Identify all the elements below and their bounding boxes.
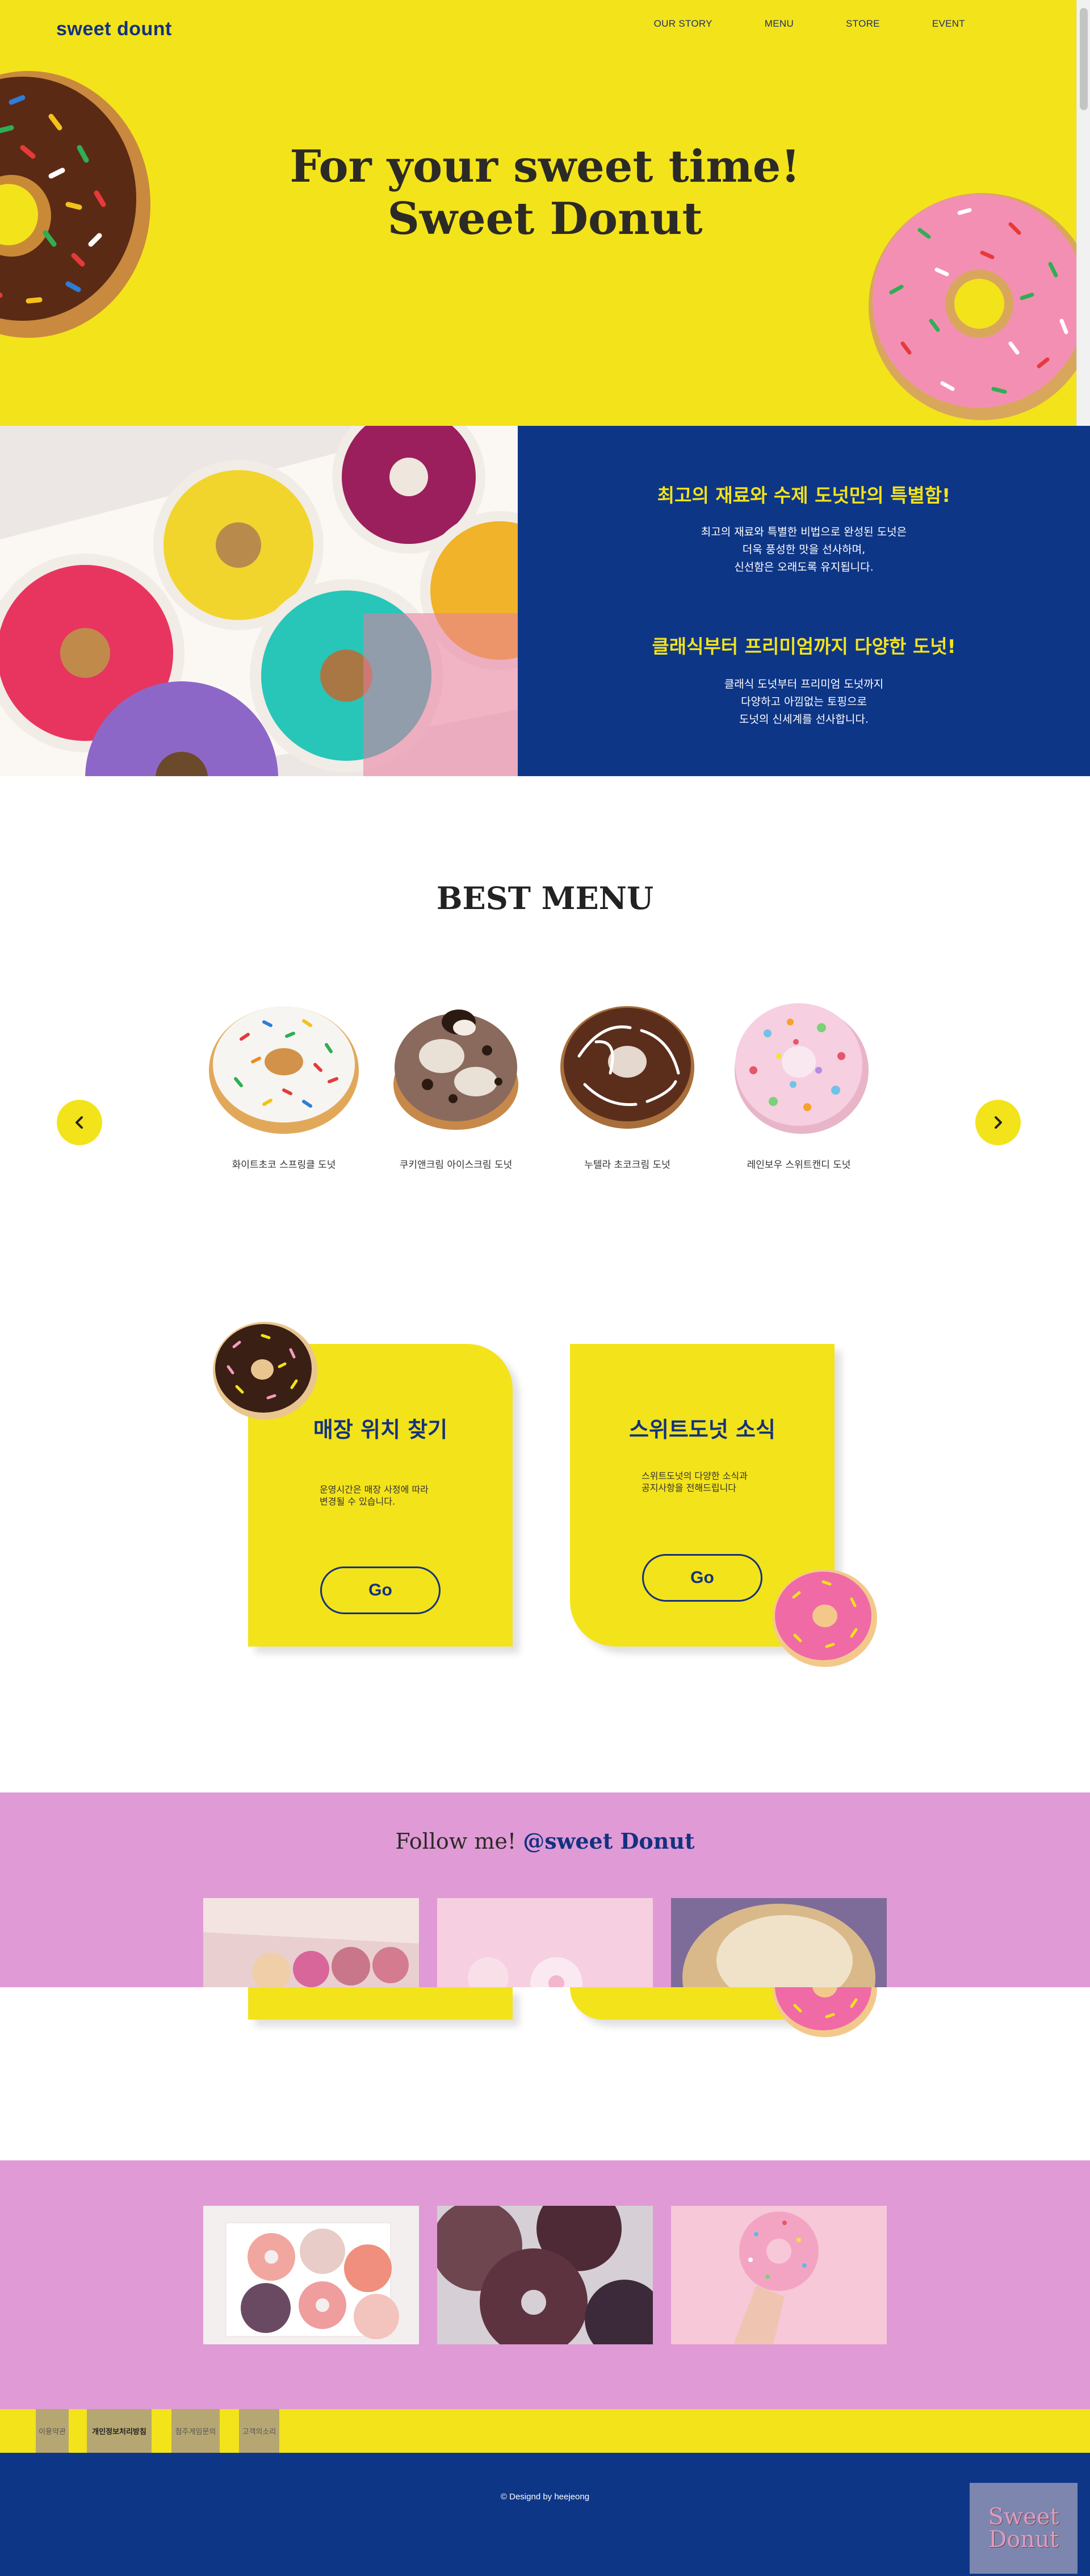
follow-title: Follow me! @sweet Donut <box>0 1828 1090 1854</box>
pink-donut-icon <box>773 1569 877 1667</box>
pink-donut-illustration <box>869 193 1090 420</box>
nav-store[interactable]: STORE <box>846 18 880 30</box>
donut-box-photo <box>0 426 518 776</box>
hero-title-line1: For your sweet time! <box>290 141 800 192</box>
hero-section: sweet dount OUR STORY MENU STORE EVENT F… <box>0 0 1090 426</box>
nav-menu[interactable]: MENU <box>765 18 794 30</box>
store-go-button[interactable]: Go <box>320 1566 441 1614</box>
intro-heading-ingredients: 최고의 재료와 수제 도넛만의 특별함! <box>657 484 951 506</box>
store-card-description: 운영시간은 매장 사정에 따라 변경될 수 있습니다. <box>320 1484 429 1507</box>
intro-text-variety: 클래식 도넛부터 프리미엄 도넛까지 다양하고 아낌없는 토핑으로 도넛의 신세… <box>724 678 884 726</box>
menu-item-white-sprinkle[interactable]: 화이트초코 스프링클 도넛 <box>207 988 360 1171</box>
nutella-donut-image <box>551 988 704 1141</box>
news-go-button[interactable]: Go <box>642 1554 762 1602</box>
menu-item-name: 누텔라 초코크림 도넛 <box>584 1159 670 1171</box>
cookies-cream-donut-image <box>379 988 533 1141</box>
intro-heading-variety: 클래식부터 프리미엄까지 다양한 도넛! <box>652 635 956 657</box>
instagram-photo-donut-assortment[interactable] <box>203 2206 419 2344</box>
carousel-next-button[interactable] <box>975 1100 1021 1145</box>
news-card-description: 스위트도넛의 다양한 소식과 공지사항을 전해드립니다 <box>642 1471 748 1493</box>
nav-event[interactable]: EVENT <box>932 18 965 30</box>
instagram-handle[interactable]: @sweet Donut <box>523 1828 694 1854</box>
store-card-shadow <box>248 1987 513 2020</box>
follow-prefix: Follow me! <box>395 1829 523 1854</box>
menu-item-name: 쿠키앤크림 아이스크림 도넛 <box>399 1159 513 1171</box>
menu-item-name: 화이트초코 스프링클 도넛 <box>232 1159 336 1171</box>
instagram-photo-donut-in-hand[interactable] <box>671 2206 887 2344</box>
rainbow-candy-donut-image <box>722 988 875 1141</box>
white-sprinkle-donut-image <box>207 988 360 1141</box>
chevron-right-icon <box>995 1116 1002 1129</box>
menu-item-rainbow-candy[interactable]: 레인보우 스위트캔디 도넛 <box>722 988 875 1171</box>
badge-line-2: Donut <box>988 2527 1059 2553</box>
copyright-text: © Designd by heejeong <box>500 2492 590 2502</box>
menu-item-cookies-cream[interactable]: 쿠키앤크림 아이스크림 도넛 <box>379 988 533 1171</box>
chocolate-donut-icon <box>213 1322 317 1419</box>
menu-item-name: 레인보우 스위트캔디 도넛 <box>747 1159 851 1171</box>
carousel-prev-button[interactable] <box>57 1100 102 1145</box>
footer-link-terms[interactable]: 이용약관 <box>36 2409 69 2453</box>
instagram-photo-chocolate-donuts[interactable] <box>437 2206 653 2344</box>
hero-title-line2: Sweet Donut <box>387 193 703 245</box>
nav-our-story[interactable]: OUR STORY <box>654 18 712 30</box>
site-logo[interactable]: sweet dount <box>56 18 172 40</box>
badge-line-1: Sweet <box>988 2504 1059 2530</box>
intro-text-ingredients: 최고의 재료와 특별한 비법으로 완성된 도넛은 더욱 풍성한 맛을 선사하며,… <box>701 526 907 573</box>
footer-link-privacy[interactable]: 개인정보처리방침 <box>87 2409 152 2453</box>
footer-link-franchise[interactable]: 점주게임문의 <box>171 2409 220 2453</box>
menu-item-nutella[interactable]: 누텔라 초코크림 도넛 <box>551 988 704 1171</box>
main-nav: OUR STORY MENU STORE EVENT <box>602 18 965 30</box>
best-menu-title: BEST MENU <box>436 880 654 916</box>
instagram-photo-donut-box[interactable] <box>203 1898 419 1987</box>
chevron-left-icon <box>76 1116 83 1129</box>
news-card-title: 스위트도넛 소식 <box>629 1417 775 1442</box>
pink-donut-icon-repeat <box>773 1987 877 2037</box>
footer <box>0 2453 1090 2576</box>
sweet-donut-badge: Sweet Donut <box>970 2483 1078 2574</box>
instagram-photo-pink-donut[interactable] <box>437 1898 653 1987</box>
intro-panel: 최고의 재료와 수제 도넛만의 특별함! 최고의 재료와 특별한 비법으로 완성… <box>518 426 1090 776</box>
scrollbar-thumb[interactable] <box>1080 8 1088 110</box>
footer-links-bar: 이용약관 개인정보처리방침 점주게임문의 고객의소리 <box>0 2409 1090 2453</box>
footer-link-customer-voice[interactable]: 고객의소리 <box>239 2409 279 2453</box>
instagram-photo-glazed-donut[interactable] <box>671 1898 887 1987</box>
